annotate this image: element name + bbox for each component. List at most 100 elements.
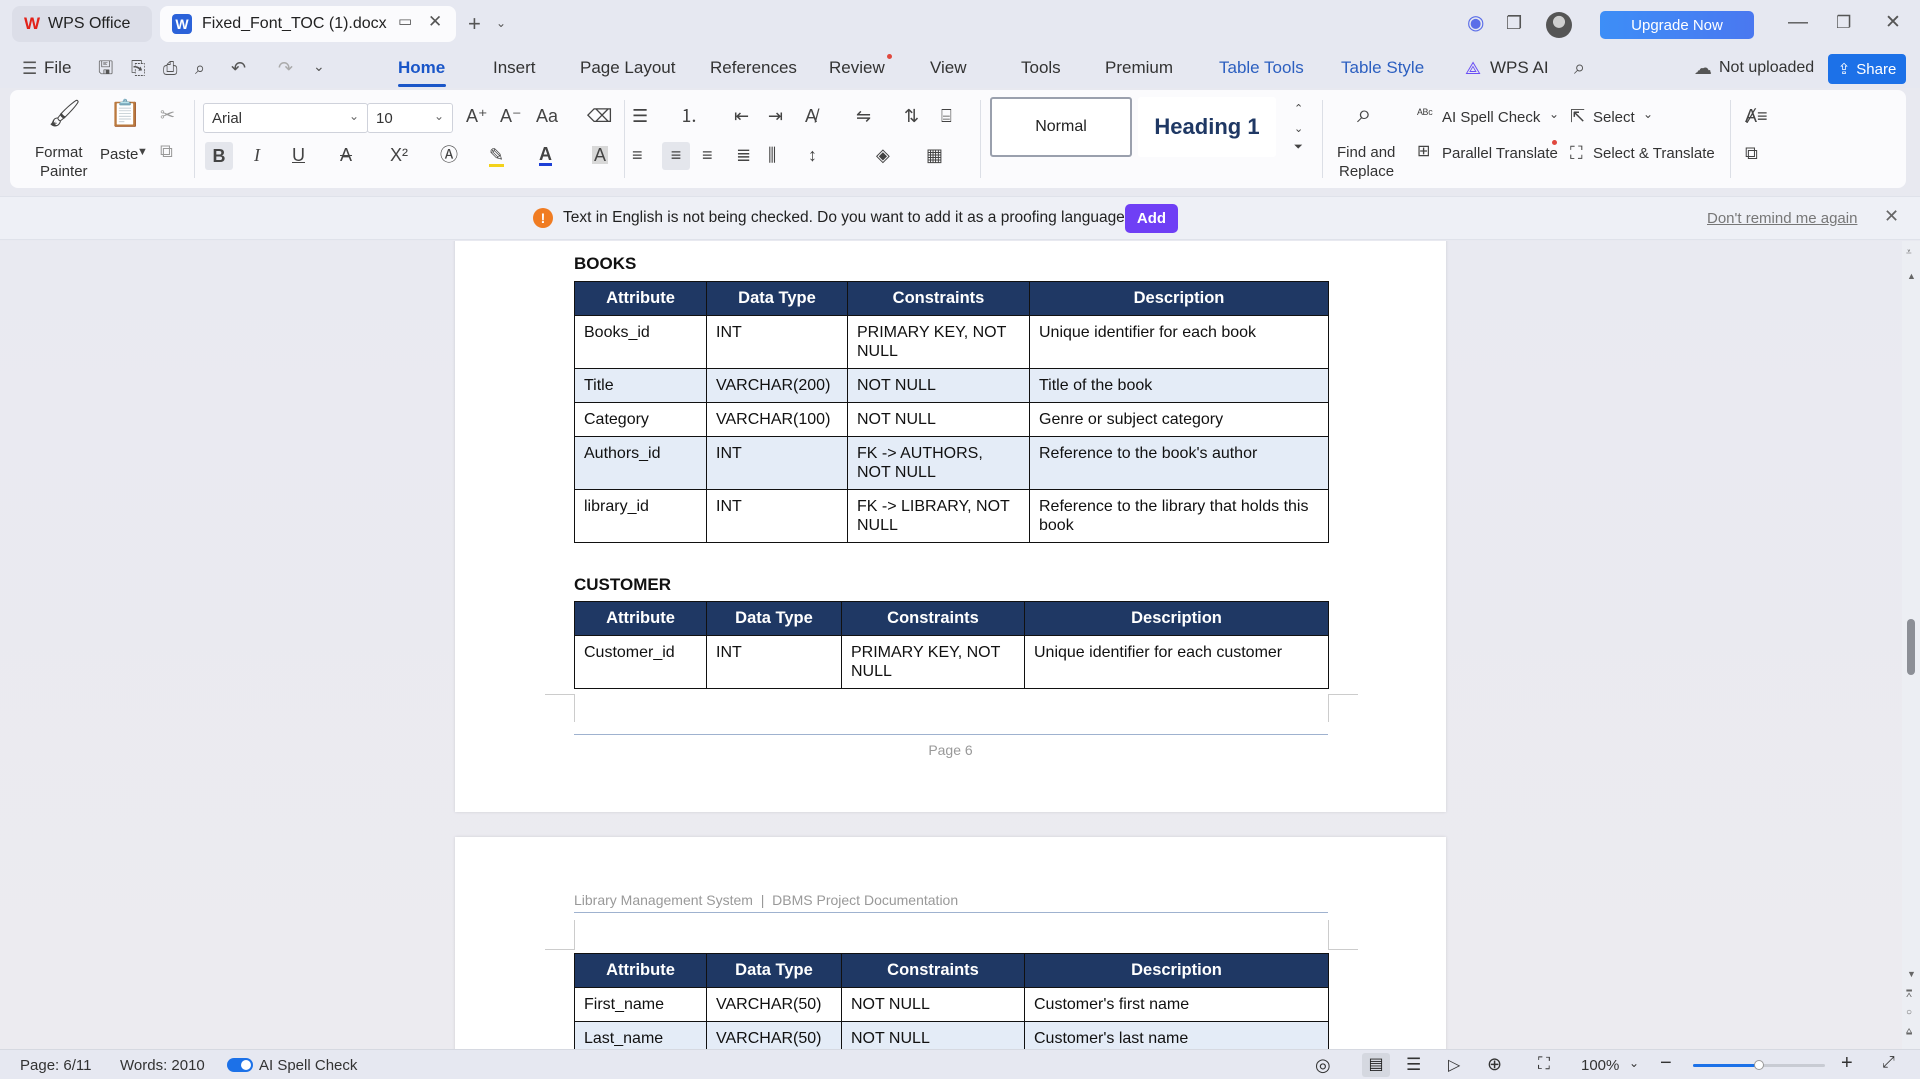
bullets-icon[interactable]: ☰: [632, 107, 648, 125]
print-icon[interactable]: ⎙: [163, 59, 177, 77]
justify-icon[interactable]: ≣: [736, 146, 751, 164]
borders-icon[interactable]: ▦: [926, 146, 943, 164]
scroll-top-icon[interactable]: ⩡: [1906, 247, 1912, 258]
minimize-icon[interactable]: —: [1788, 12, 1808, 32]
scroll-down-icon[interactable]: ▼: [1907, 969, 1916, 979]
paste-dropdown-icon[interactable]: ▼: [137, 147, 148, 158]
hamburger-icon[interactable]: ☰: [22, 60, 37, 77]
chevron-down-icon[interactable]: ⌄: [1643, 108, 1653, 120]
menu-home[interactable]: Home: [398, 58, 445, 78]
shapes-icon[interactable]: ⧉: [1745, 144, 1758, 162]
underline-icon[interactable]: U: [292, 146, 305, 164]
styles-scroll-up-icon[interactable]: ⌃: [1294, 104, 1303, 115]
table-cell[interactable]: VARCHAR(200): [706, 368, 848, 403]
distribute-icon[interactable]: ⫼: [768, 146, 776, 164]
scroll-thumb[interactable]: [1907, 619, 1915, 675]
page-6[interactable]: BOOKS Attribute Data Type Constraints De…: [455, 241, 1446, 812]
menu-references[interactable]: References: [710, 58, 797, 78]
cut-icon[interactable]: ✂: [160, 106, 175, 124]
customer-table-continued[interactable]: Attribute Data Type Constraints Descript…: [574, 953, 1329, 1049]
text-effect-icon[interactable]: Ⓐ: [440, 146, 458, 164]
copy-icon[interactable]: ⧉: [160, 142, 173, 160]
italic-icon[interactable]: I: [254, 146, 260, 164]
zoom-slider[interactable]: [1693, 1060, 1825, 1070]
table-cell[interactable]: NOT NULL: [841, 1021, 1025, 1049]
web-view-icon[interactable]: ⊕: [1487, 1054, 1502, 1075]
page-7[interactable]: Library Management System | DBMS Project…: [455, 837, 1446, 1049]
styles-scroll-down-icon[interactable]: ⌄: [1294, 124, 1303, 135]
menu-premium[interactable]: Premium: [1105, 58, 1173, 78]
redo-icon[interactable]: ↷: [278, 59, 293, 77]
maximize-icon[interactable]: ❐: [1836, 14, 1851, 31]
table-cell[interactable]: Unique identifier for each customer: [1024, 635, 1329, 689]
table-cell[interactable]: Title of the book: [1029, 368, 1329, 403]
table-cell[interactable]: INT: [706, 489, 848, 543]
menu-file[interactable]: File: [44, 58, 71, 78]
superscript-icon[interactable]: X²: [390, 146, 408, 164]
not-uploaded-status[interactable]: Not uploaded: [1719, 59, 1814, 77]
numbering-icon[interactable]: ⒈: [680, 107, 698, 125]
page-count[interactable]: Page: 6/11: [20, 1057, 91, 1074]
menu-page-layout[interactable]: Page Layout: [580, 58, 675, 78]
highlight-icon[interactable]: ✎: [489, 146, 505, 167]
char-shading-icon[interactable]: A: [592, 146, 609, 164]
zoom-slider-knob[interactable]: [1754, 1060, 1764, 1070]
tab-wps-office[interactable]: W WPS Office: [12, 6, 152, 42]
table-cell[interactable]: VARCHAR(50): [706, 987, 842, 1022]
table-cell[interactable]: Genre or subject category: [1029, 402, 1329, 437]
upgrade-now-button[interactable]: Upgrade Now: [1600, 11, 1754, 39]
copilot-icon[interactable]: ◉: [1467, 13, 1484, 33]
select-translate-button[interactable]: Select & Translate: [1593, 145, 1715, 162]
show-marks-icon[interactable]: ⌸: [941, 107, 952, 125]
table-row[interactable]: library_id INT FK -> LIBRARY, NOT NULL R…: [574, 489, 1329, 543]
table-cell[interactable]: VARCHAR(100): [706, 402, 848, 437]
format-icon[interactable]: ⎘: [131, 59, 145, 77]
fullscreen-icon[interactable]: ⤢: [1882, 1054, 1895, 1072]
strikethrough-icon[interactable]: A: [340, 146, 352, 164]
ai-spell-check-button[interactable]: AI Spell Check: [1442, 109, 1540, 126]
table-cell[interactable]: FK -> AUTHORS, NOT NULL: [847, 436, 1030, 490]
shading-icon[interactable]: ◈: [876, 146, 890, 164]
table-cell[interactable]: library_id: [574, 489, 707, 543]
zoom-dropdown-icon[interactable]: ⌄: [1629, 1056, 1639, 1070]
table-cell[interactable]: Customer's last name: [1024, 1021, 1329, 1049]
quick-access-more-icon[interactable]: ⌄: [313, 59, 325, 73]
align-center-icon[interactable]: ≡: [662, 142, 690, 170]
table-row[interactable]: First_name VARCHAR(50) NOT NULL Customer…: [574, 987, 1329, 1022]
tab-document[interactable]: W Fixed_Font_TOC (1).docx ▭ ✕: [160, 6, 456, 42]
document-canvas[interactable]: BOOKS Attribute Data Type Constraints De…: [0, 241, 1902, 1049]
table-cell[interactable]: NOT NULL: [847, 402, 1030, 437]
find-replace-label-1[interactable]: Find and: [1337, 144, 1395, 161]
chevron-down-icon[interactable]: ⌄: [1549, 108, 1559, 120]
books-table[interactable]: Attribute Data Type Constraints Descript…: [574, 281, 1329, 543]
paste-button[interactable]: Paste: [100, 146, 138, 163]
scroll-up-icon[interactable]: ▲: [1907, 271, 1916, 281]
menu-wps-ai[interactable]: WPS AI: [1490, 58, 1549, 78]
find-replace-label-2[interactable]: Replace: [1339, 163, 1394, 180]
next-page-icon[interactable]: ⩠: [1906, 1026, 1912, 1037]
font-name-select[interactable]: Arial ⌄: [203, 103, 368, 133]
asian-layout-icon[interactable]: ⇋: [856, 107, 871, 125]
table-cell[interactable]: VARCHAR(50): [706, 1021, 842, 1049]
table-row[interactable]: Last_name VARCHAR(50) NOT NULL Customer'…: [574, 1021, 1329, 1049]
shrink-font-icon[interactable]: A⁻: [500, 107, 522, 125]
clear-format-icon[interactable]: ⌫: [587, 107, 612, 125]
table-row[interactable]: Title VARCHAR(200) NOT NULL Title of the…: [574, 368, 1329, 403]
text-direction-icon[interactable]: A̸: [805, 107, 817, 125]
table-cell[interactable]: Books_id: [574, 315, 707, 369]
decrease-indent-icon[interactable]: ⇤: [734, 107, 749, 125]
monitor-icon[interactable]: ▭: [398, 14, 412, 29]
spell-check-label[interactable]: AI Spell Check: [259, 1057, 357, 1074]
select-button[interactable]: Select: [1593, 109, 1635, 126]
table-cell[interactable]: INT: [706, 436, 848, 490]
format-painter-label-2[interactable]: Painter: [40, 163, 88, 180]
new-tab-icon[interactable]: +: [468, 13, 481, 35]
play-icon[interactable]: ▷: [1448, 1055, 1460, 1075]
format-painter-label-1[interactable]: Format: [35, 144, 83, 161]
table-cell[interactable]: Customer_id: [574, 635, 707, 689]
table-cell[interactable]: Authors_id: [574, 436, 707, 490]
grow-font-icon[interactable]: A⁺: [466, 107, 488, 125]
increase-indent-icon[interactable]: ⇥: [768, 107, 783, 125]
table-cell[interactable]: Unique identifier for each book: [1029, 315, 1329, 369]
table-cell[interactable]: Category: [574, 402, 707, 437]
